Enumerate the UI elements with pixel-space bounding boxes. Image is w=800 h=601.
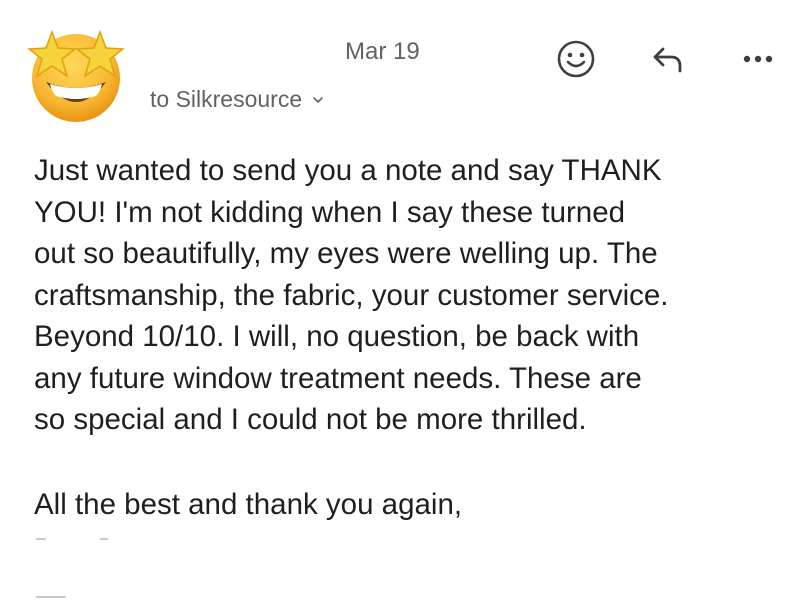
add-reaction-button[interactable] — [553, 36, 599, 82]
reply-arrow-icon — [653, 47, 682, 73]
recipient-details-toggle[interactable]: to Silkresource — [150, 86, 324, 113]
email-message-view: Mar 19 to Silkresource Just wanted to se… — [0, 0, 800, 601]
recipient-label: to Silkresource — [150, 86, 303, 112]
chevron-down-icon — [313, 96, 323, 103]
more-options-button[interactable] — [735, 36, 781, 82]
more-horizontal-icon — [743, 55, 773, 63]
cropped-text-fragment — [36, 538, 46, 540]
reply-button[interactable] — [644, 36, 690, 82]
smiley-icon — [557, 40, 595, 78]
cropped-text-fragment — [36, 596, 66, 598]
message-date: Mar 19 — [345, 38, 420, 65]
star-struck-emoji-icon[interactable] — [22, 22, 130, 126]
message-body: Just wanted to send you a note and say T… — [34, 154, 669, 436]
message-closing: All the best and thank you again, — [34, 488, 463, 521]
cropped-text-fragment — [100, 538, 108, 540]
